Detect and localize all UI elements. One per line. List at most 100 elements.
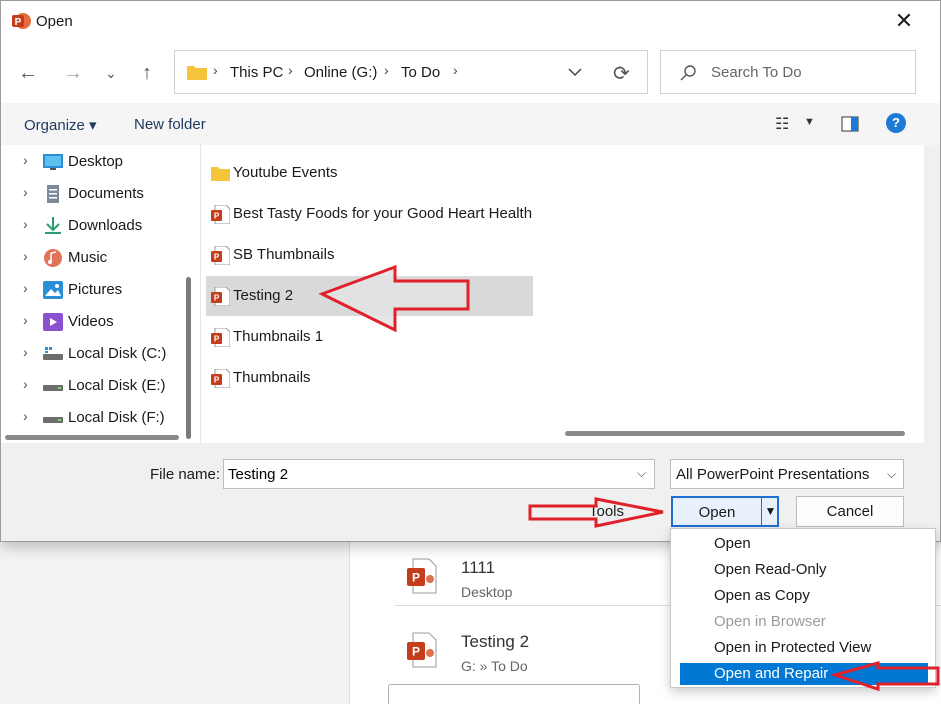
folder-icon xyxy=(211,167,230,181)
sidebar-item-label: Downloads xyxy=(68,217,143,234)
organize-button[interactable]: Organize ▾ xyxy=(24,116,97,134)
sidebar-item-local-disk-e[interactable]: › Local Disk (E:) xyxy=(1,371,181,401)
file-name-label: File name: xyxy=(150,466,221,483)
chevron-right-icon[interactable]: › xyxy=(23,344,28,360)
sidebar-item-label: Local Disk (E:) xyxy=(68,377,166,394)
sidebar-item-downloads[interactable]: › Downloads xyxy=(1,211,181,241)
sidebar-item-documents[interactable]: › Documents xyxy=(1,179,181,209)
toolbar: Organize ▾ New folder ☷ ▼ ? xyxy=(1,103,940,145)
file-list: Youtube Events P Best Tasty Foods for yo… xyxy=(200,145,924,443)
menu-item-open-read-only[interactable]: Open Read-Only xyxy=(680,559,928,581)
open-button[interactable]: Open ▼ xyxy=(671,496,779,527)
tools-button[interactable]: Tools xyxy=(589,503,624,520)
chevron-down-icon[interactable]: ▼ xyxy=(804,116,815,128)
sidebar-item-videos[interactable]: › Videos xyxy=(1,307,181,337)
horizontal-scrollbar[interactable] xyxy=(565,431,905,436)
vertical-scrollbar[interactable] xyxy=(186,277,191,439)
chevron-right-icon[interactable]: › xyxy=(23,248,28,264)
file-name-input[interactable] xyxy=(223,459,655,489)
organize-label: Organize xyxy=(24,117,85,134)
view-options-icon[interactable]: ☷ xyxy=(775,114,789,134)
help-icon: ? xyxy=(892,115,900,130)
open-file-dialog: P Open ✕ ← → ⌄ ↑ › This PC › Online (G:)… xyxy=(0,0,941,542)
folder-icon xyxy=(187,66,207,80)
close-button[interactable]: ✕ xyxy=(887,7,921,35)
navigation-pane: › Desktop › Documents › Downloads › Musi… xyxy=(1,145,200,443)
sidebar-item-desktop[interactable]: › Desktop xyxy=(1,147,181,177)
sidebar-item-local-disk-c[interactable]: › Local Disk (C:) xyxy=(1,339,181,369)
sidebar-item-label: Desktop xyxy=(68,153,124,170)
new-folder-button[interactable]: New folder xyxy=(134,116,206,133)
menu-item-open[interactable]: Open xyxy=(680,533,928,555)
help-button[interactable]: ? xyxy=(886,113,906,133)
cancel-button[interactable]: Cancel xyxy=(796,496,904,527)
powerpoint-file-icon: P xyxy=(407,632,437,668)
svg-text:P: P xyxy=(214,335,220,344)
powerpoint-file-icon: P xyxy=(407,558,437,594)
preview-pane-icon[interactable] xyxy=(841,116,859,132)
file-item-thumbnails-1[interactable]: P Thumbnails 1 xyxy=(206,317,533,357)
desktop-icon xyxy=(43,154,63,170)
sidebar-item-label: Music xyxy=(68,249,108,266)
close-icon: ✕ xyxy=(894,8,914,33)
file-name: SB Thumbnails xyxy=(233,246,335,263)
menu-item-open-in-protected-view[interactable]: Open in Protected View xyxy=(680,637,928,659)
file-name: Youtube Events xyxy=(233,164,338,181)
chevron-right-icon[interactable]: › xyxy=(23,216,28,232)
file-name: Thumbnails 1 xyxy=(233,328,324,345)
search-field[interactable]: Search To Do xyxy=(660,50,916,94)
recent-file-path: G: » To Do xyxy=(461,658,528,674)
svg-text:P: P xyxy=(412,645,420,659)
dialog-title: Open xyxy=(36,13,73,30)
horizontal-scrollbar[interactable] xyxy=(5,435,179,440)
downloads-icon xyxy=(45,217,61,234)
title-bar: P Open ✕ xyxy=(1,1,940,41)
chevron-right-icon[interactable]: › xyxy=(23,280,28,296)
menu-item-open-in-browser: Open in Browser xyxy=(714,613,826,630)
chevron-right-icon[interactable]: › xyxy=(23,184,28,200)
back-button[interactable]: ← xyxy=(16,61,40,85)
sidebar-item-label: Documents xyxy=(68,185,144,202)
chevron-right-icon[interactable]: › xyxy=(23,408,28,424)
open-options-menu: Open Open Read-Only Open as Copy Open in… xyxy=(670,528,936,688)
chevron-right-icon[interactable]: › xyxy=(23,152,28,168)
recent-locations-button[interactable]: ⌄ xyxy=(99,61,123,85)
menu-item-open-as-copy[interactable]: Open as Copy xyxy=(680,585,928,607)
file-name: Thumbnails xyxy=(233,369,311,386)
breadcrumb-to-do[interactable]: To Do xyxy=(401,64,440,81)
refresh-icon[interactable]: ⟳ xyxy=(613,61,630,86)
file-item-testing-2[interactable]: P Testing 2 xyxy=(206,276,533,316)
open-options-dropdown-button[interactable]: ▼ xyxy=(761,498,779,525)
breadcrumb-this-pc[interactable]: This PC xyxy=(230,64,283,81)
recent-file-name: Testing 2 xyxy=(461,632,530,651)
forward-button[interactable]: → xyxy=(61,61,85,85)
sidebar-item-music[interactable]: › Music xyxy=(1,243,181,273)
file-item-youtube-events[interactable]: Youtube Events xyxy=(206,153,533,193)
up-button[interactable]: ↑ xyxy=(135,61,159,85)
address-bar[interactable]: › This PC › Online (G:) › To Do › ⟳ xyxy=(174,50,648,94)
file-type-select[interactable]: All PowerPoint Presentations ⌵ xyxy=(670,459,904,489)
ppt-file-icon: P xyxy=(211,328,230,347)
chevron-right-icon[interactable]: › xyxy=(23,312,28,328)
sidebar-item-label: Pictures xyxy=(68,281,123,298)
file-item-best-tasty-foods[interactable]: P Best Tasty Foods for your Good Heart H… xyxy=(206,194,533,234)
drive-icon xyxy=(43,347,63,360)
chevron-down-icon: ⌵ xyxy=(887,467,897,481)
chevron-right-icon[interactable]: › xyxy=(23,376,28,392)
file-name: Testing 2 xyxy=(233,287,294,304)
open-button-label: Open xyxy=(698,504,736,521)
svg-text:P: P xyxy=(214,294,220,303)
chevron-down-icon: ⌄ xyxy=(105,65,117,81)
chevron-down-icon[interactable]: ⌵ xyxy=(637,466,646,481)
sidebar-item-local-disk-f[interactable]: › Local Disk (F:) xyxy=(1,403,181,433)
documents-icon xyxy=(47,185,59,203)
sidebar-item-label: Local Disk (C:) xyxy=(68,345,167,362)
breadcrumb-online-g[interactable]: Online (G:) xyxy=(304,64,377,81)
file-item-thumbnails[interactable]: P Thumbnails xyxy=(206,358,533,398)
menu-item-open-and-repair[interactable]: Open and Repair xyxy=(680,663,928,685)
search-icon xyxy=(680,65,696,81)
music-icon xyxy=(44,249,62,267)
chevron-down-icon[interactable] xyxy=(568,67,582,77)
file-item-sb-thumbnails[interactable]: P SB Thumbnails xyxy=(206,235,533,275)
sidebar-item-pictures[interactable]: › Pictures xyxy=(1,275,181,305)
